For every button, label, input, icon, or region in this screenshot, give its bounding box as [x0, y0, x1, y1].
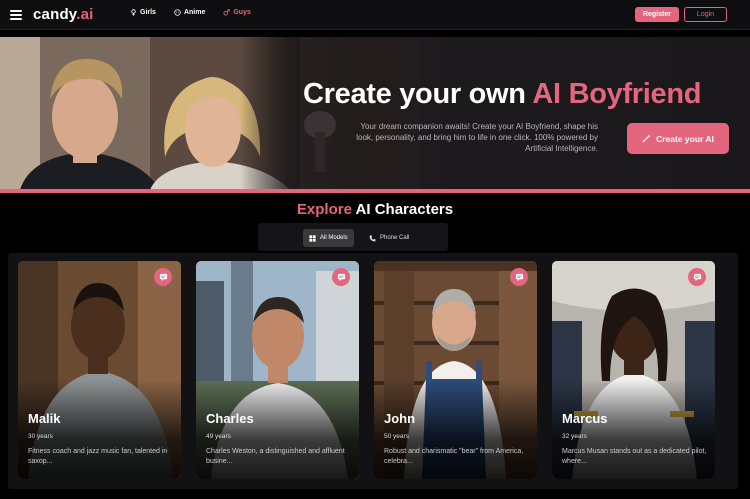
tab-all-models[interactable]: All Models	[303, 229, 354, 247]
phone-icon	[369, 235, 376, 241]
magic-wand-icon	[642, 134, 651, 143]
hero-banner: Create your own AI Boyfriend Your dream …	[0, 37, 750, 190]
chat-icon[interactable]	[154, 268, 172, 286]
character-age: 30 years	[28, 433, 53, 440]
tab-phone-call[interactable]: Phone Call	[363, 229, 415, 247]
grid-icon	[309, 234, 316, 242]
nav-links: Girls Anime Guys	[130, 9, 251, 16]
anime-icon	[174, 9, 181, 16]
character-age: 49 years	[206, 433, 231, 440]
top-nav: candy.ai Girls Anime Guys Register Login	[0, 0, 750, 30]
character-description: Marcus Musan stands out as a dedicated p…	[562, 448, 707, 465]
model-filter-tabs: All Models Phone Call	[258, 223, 448, 251]
hamburger-menu-icon[interactable]	[10, 10, 22, 20]
character-age: 50 years	[384, 433, 409, 440]
character-card-marcus[interactable]: Marcus 32 years Marcus Musan stands out …	[552, 261, 715, 479]
register-button[interactable]: Register	[635, 7, 679, 22]
nav-link-anime[interactable]: Anime	[174, 9, 205, 16]
character-name: Malik	[28, 411, 61, 426]
nav-link-girls[interactable]: Girls	[130, 9, 156, 16]
explore-heading: Explore AI Characters	[296, 201, 454, 218]
character-name: Marcus	[562, 411, 608, 426]
character-description: Robust and charismatic "bear" from Ameri…	[384, 448, 524, 465]
character-age: 32 years	[562, 433, 587, 440]
character-name: John	[384, 411, 416, 426]
character-description: Fitness coach and jazz music fan, talent…	[28, 448, 168, 465]
login-button[interactable]: Login	[684, 7, 727, 22]
logo[interactable]: candy.ai	[33, 6, 94, 23]
hero-divider	[0, 189, 750, 193]
female-icon	[131, 9, 136, 16]
hero-description: Your dream companion awaits! Create your…	[356, 122, 598, 153]
character-description: Charles Weston, a distinguished and affl…	[206, 448, 345, 465]
male-icon	[223, 9, 231, 16]
chat-icon[interactable]	[332, 268, 350, 286]
hero-image	[0, 37, 300, 190]
hero-title: Create your own AI Boyfriend	[303, 78, 702, 110]
hero-background-decor	[290, 37, 420, 190]
chat-icon[interactable]	[510, 268, 528, 286]
character-card-charles[interactable]: Charles 49 years Charles Weston, a disti…	[196, 261, 359, 479]
nav-link-guys[interactable]: Guys	[223, 9, 251, 16]
create-ai-button[interactable]: Create your AI	[627, 123, 729, 154]
chat-icon[interactable]	[688, 268, 706, 286]
character-card-malik[interactable]: Malik 30 years Fitness coach and jazz mu…	[18, 261, 181, 479]
character-card-john[interactable]: John 50 years Robust and charismatic "be…	[374, 261, 537, 479]
character-name: Charles	[206, 411, 254, 426]
